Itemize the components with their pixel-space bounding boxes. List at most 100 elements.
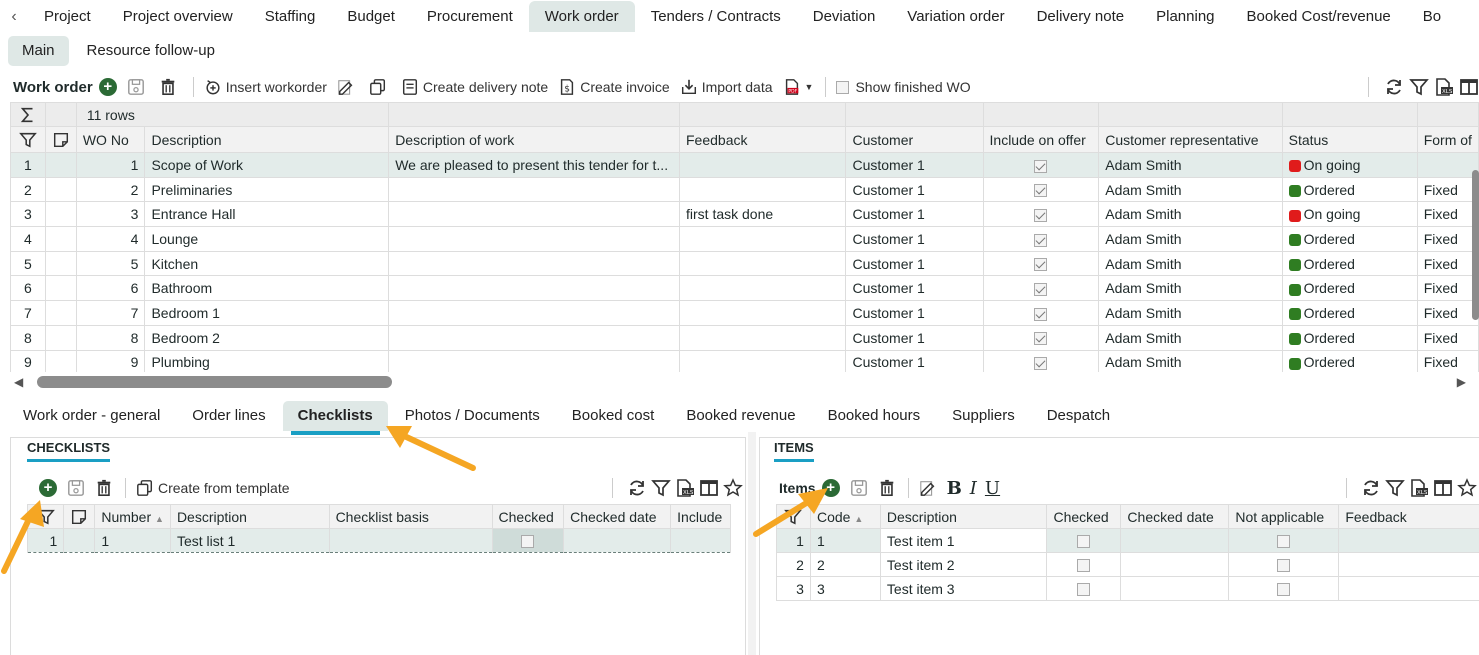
cell-description-of-work[interactable] — [388, 226, 680, 252]
show-finished-toggle[interactable]: Show finished WO — [836, 79, 971, 95]
cell-feedback[interactable] — [1338, 576, 1479, 601]
cell-description-of-work[interactable] — [388, 300, 680, 326]
columns-icon[interactable] — [1459, 77, 1479, 97]
bold-icon[interactable]: B — [947, 478, 962, 499]
horizontal-scrollbar[interactable]: ◀ ▶ — [10, 374, 1470, 390]
tab-variation-order[interactable]: Variation order — [891, 1, 1020, 32]
delete-button[interactable] — [159, 78, 181, 96]
cell-include-on-offer[interactable] — [982, 324, 1100, 351]
cell-wo-no[interactable]: 5 — [75, 250, 146, 277]
sum-cell[interactable] — [10, 102, 46, 127]
cell-customer[interactable]: Customer 1 — [845, 226, 984, 252]
italic-icon[interactable]: I — [970, 478, 977, 499]
cell-checked-date[interactable] — [563, 528, 672, 553]
tab-order-lines[interactable]: Order lines — [177, 401, 280, 431]
col-status[interactable]: Status — [1281, 126, 1418, 153]
star-icon[interactable] — [723, 478, 743, 498]
cell-status[interactable]: Ordered — [1281, 250, 1418, 277]
col-include-on-offer[interactable]: Include on offer — [982, 126, 1100, 153]
col-checked-date[interactable]: Checked date — [563, 504, 672, 529]
tab-booked-cost[interactable]: Booked cost — [557, 401, 670, 431]
cell-customer-representative[interactable]: Adam Smith — [1098, 226, 1283, 252]
cell-description[interactable]: Plumbing — [144, 349, 390, 372]
cell-description[interactable]: Test item 3 — [879, 576, 1048, 601]
cell-include-on-offer[interactable] — [982, 176, 1100, 203]
tab-work-order[interactable]: Work order — [528, 1, 635, 32]
cell-description-of-work[interactable] — [388, 349, 680, 372]
col-form-of[interactable]: Form of — [1416, 126, 1479, 153]
trash-icon[interactable] — [878, 479, 896, 497]
cell-include-on-offer[interactable] — [982, 349, 1100, 372]
cell-customer[interactable]: Customer 1 — [845, 201, 984, 228]
table-row[interactable]: 8 8 Bedroom 2 Customer 1 Adam Smith Ordered Fi… — [10, 324, 1479, 351]
cell-status[interactable]: On going — [1281, 152, 1418, 178]
cell-customer-representative[interactable]: Adam Smith — [1098, 349, 1283, 372]
pdf-export-dropdown[interactable]: ▼ — [783, 78, 813, 96]
col-checklist-basis[interactable]: Checklist basis — [328, 504, 493, 529]
cell-customer-representative[interactable]: Adam Smith — [1098, 300, 1283, 326]
cell-code[interactable]: 2 — [809, 552, 881, 577]
cell-include-on-offer[interactable] — [982, 201, 1100, 228]
cell-feedback[interactable] — [678, 152, 847, 178]
show-finished-checkbox[interactable] — [836, 80, 850, 94]
col-description[interactable]: Description — [879, 504, 1048, 529]
create-delivery-note-button[interactable]: Create delivery note — [401, 78, 548, 96]
col-description[interactable]: Description — [169, 504, 330, 529]
cell-not-applicable[interactable] — [1228, 528, 1340, 553]
cell-status[interactable]: Ordered — [1281, 226, 1418, 252]
save-icon[interactable] — [67, 479, 85, 497]
tab-delivery-note[interactable]: Delivery note — [1021, 1, 1141, 32]
cell-customer-representative[interactable]: Adam Smith — [1098, 275, 1283, 302]
cell-checked[interactable] — [1046, 528, 1122, 553]
tab-procurement[interactable]: Procurement — [411, 1, 529, 32]
cell-description-of-work[interactable]: We are pleased to present this tender fo… — [388, 152, 680, 178]
trash-icon[interactable] — [95, 479, 113, 497]
filter-toggle[interactable] — [776, 504, 811, 529]
refresh-icon[interactable] — [627, 478, 647, 498]
cell-code[interactable]: 1 — [809, 528, 881, 553]
table-row[interactable]: 1 1 Scope of Work We are pleased to present… — [10, 152, 1479, 178]
table-row[interactable]: 3 3 Entrance Hall first task done Customer 1… — [10, 201, 1479, 228]
refresh-icon[interactable] — [1361, 478, 1381, 498]
checked-checkbox[interactable] — [1077, 583, 1091, 597]
cell-description[interactable]: Bathroom — [144, 275, 390, 302]
col-feedback[interactable]: Feedback — [678, 126, 847, 153]
tab-budget[interactable]: Budget — [331, 1, 411, 32]
cell-feedback[interactable] — [678, 324, 847, 351]
add-work-order-button[interactable]: + — [98, 78, 117, 96]
cell-feedback[interactable]: first task done — [678, 201, 847, 228]
tab-booked-revenue[interactable]: Booked revenue — [671, 401, 810, 431]
cell-customer-representative[interactable]: Adam Smith — [1098, 324, 1283, 351]
include-on-offer-checkbox[interactable] — [1034, 233, 1048, 247]
filter-toggle[interactable] — [27, 504, 65, 529]
cell-description[interactable]: Test list 1 — [169, 528, 330, 553]
import-data-button[interactable]: Import data — [680, 78, 773, 96]
cell-not-applicable[interactable] — [1228, 552, 1340, 577]
include-on-offer-checkbox[interactable] — [1034, 159, 1048, 173]
cell-status[interactable]: Ordered — [1281, 300, 1418, 326]
refresh-icon[interactable] — [1384, 77, 1404, 97]
vertical-scrollbar[interactable] — [1470, 155, 1479, 370]
include-on-offer-checkbox[interactable] — [1034, 258, 1048, 272]
excel-export-icon[interactable] — [1409, 478, 1429, 498]
chevron-left-icon[interactable]: ‹ — [0, 8, 28, 26]
col-customer[interactable]: Customer — [845, 126, 984, 153]
filter-toggle[interactable] — [10, 126, 46, 153]
tab-booked-cost-revenue[interactable]: Booked Cost/revenue — [1231, 1, 1407, 32]
checked-checkbox[interactable] — [521, 535, 535, 549]
tab-work-order-general[interactable]: Work order - general — [8, 401, 175, 431]
cell-checked-date[interactable] — [1120, 528, 1230, 553]
cell-include-on-offer[interactable] — [982, 300, 1100, 326]
include-on-offer-checkbox[interactable] — [1034, 357, 1048, 371]
tab-photos-documents[interactable]: Photos / Documents — [390, 401, 555, 431]
cell-customer[interactable]: Customer 1 — [845, 152, 984, 178]
filter-icon[interactable] — [1409, 77, 1429, 97]
cell-description[interactable]: Scope of Work — [144, 152, 390, 178]
create-from-template-button[interactable]: Create from template — [136, 479, 290, 497]
col-description[interactable]: Description — [144, 126, 390, 153]
col-code[interactable]: Code ▲ — [809, 504, 881, 529]
cell-customer-representative[interactable]: Adam Smith — [1098, 176, 1283, 203]
insert-workorder-button[interactable]: Insert workorder — [204, 78, 327, 96]
not-applicable-checkbox[interactable] — [1277, 535, 1291, 549]
table-row[interactable]: 2 2 Preliminaries Customer 1 Adam Smith Order… — [10, 176, 1479, 203]
